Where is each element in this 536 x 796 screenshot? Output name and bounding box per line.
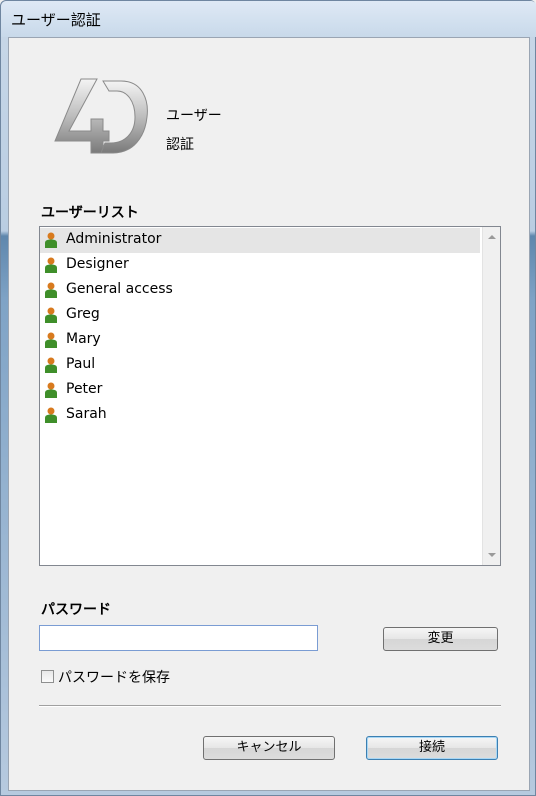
separator: [39, 705, 501, 707]
list-scrollbar[interactable]: [482, 227, 500, 565]
list-item-label: Greg: [66, 306, 100, 322]
user-listbox[interactable]: Administrator Designer General access Gr…: [39, 226, 501, 566]
user-icon: [45, 407, 57, 423]
logo-caption-line2: 認証: [166, 137, 194, 153]
list-item-label: Designer: [66, 256, 129, 272]
user-icon: [45, 332, 57, 348]
list-item[interactable]: Administrator: [40, 228, 480, 253]
title-bar[interactable]: ユーザー認証: [1, 1, 536, 37]
user-icon: [45, 382, 57, 398]
auth-dialog-window: ユーザー認証 ユーザー 認証 ユーザーリスト Administrator Des…: [0, 0, 536, 796]
list-item[interactable]: Peter: [40, 378, 480, 403]
password-label: パスワード: [41, 602, 111, 618]
list-item[interactable]: General access: [40, 278, 480, 303]
scroll-up-arrow-icon[interactable]: [488, 235, 496, 239]
save-password-label[interactable]: パスワードを保存: [58, 667, 170, 687]
list-item-label: Sarah: [66, 406, 107, 422]
user-icon: [45, 232, 57, 248]
list-item-label: Paul: [66, 356, 96, 372]
logo-caption-line1: ユーザー: [166, 108, 222, 124]
cancel-button[interactable]: キャンセル: [203, 736, 335, 760]
list-item[interactable]: Greg: [40, 303, 480, 328]
user-icon: [45, 257, 57, 273]
save-password-checkbox[interactable]: [41, 670, 54, 683]
connect-button[interactable]: 接続: [366, 736, 498, 760]
user-icon: [45, 282, 57, 298]
list-item[interactable]: Mary: [40, 328, 480, 353]
user-icon: [45, 307, 57, 323]
list-item-label: Mary: [66, 331, 101, 347]
list-item-label: General access: [66, 281, 173, 297]
list-item-label: Administrator: [66, 231, 162, 247]
4d-logo-icon: [54, 78, 148, 154]
password-input[interactable]: [39, 625, 318, 651]
window-title: ユーザー認証: [11, 11, 101, 29]
list-item[interactable]: Designer: [40, 253, 480, 278]
list-item[interactable]: Paul: [40, 353, 480, 378]
change-password-button[interactable]: 変更: [383, 627, 498, 651]
list-item[interactable]: Sarah: [40, 403, 480, 428]
list-item-label: Peter: [66, 381, 103, 397]
user-list-label: ユーザーリスト: [41, 205, 139, 221]
scroll-down-arrow-icon[interactable]: [488, 553, 496, 557]
user-icon: [45, 357, 57, 373]
